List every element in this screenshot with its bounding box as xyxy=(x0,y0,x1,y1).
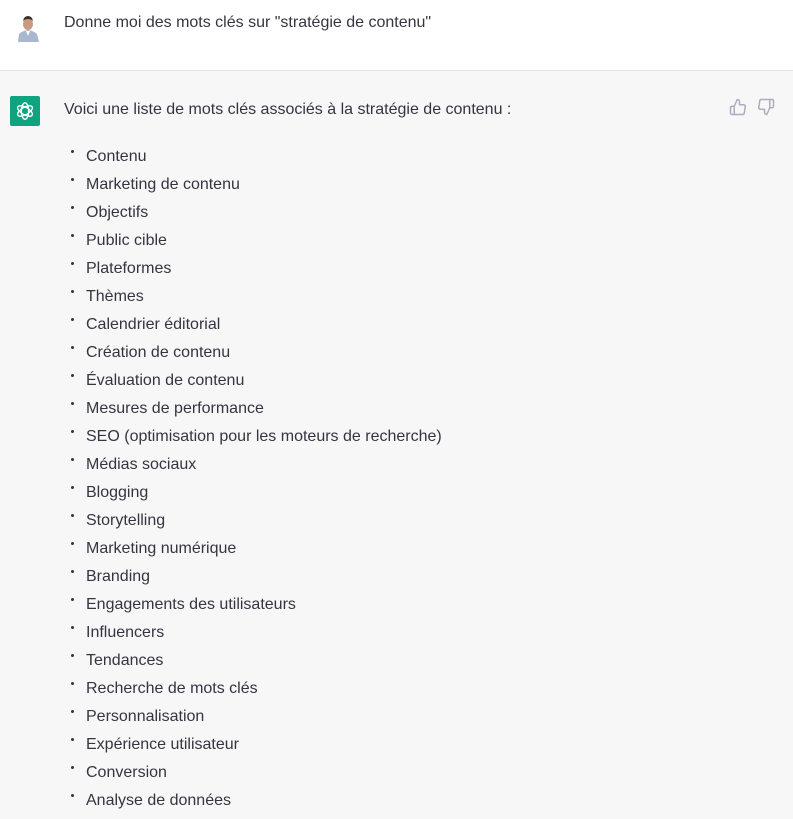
thumbs-up-icon[interactable] xyxy=(729,98,747,116)
bullet-icon xyxy=(71,178,74,181)
keyword-text: Objectifs xyxy=(86,204,149,221)
keyword-list-item: Marketing numérique xyxy=(64,539,442,567)
bullet-icon xyxy=(71,570,74,573)
assistant-intro-text: Voici une liste de mots clés associés à … xyxy=(64,101,512,118)
bullet-icon xyxy=(71,346,74,349)
keyword-list-item: Expérience utilisateur xyxy=(64,735,442,763)
bullet-icon xyxy=(71,262,74,265)
user-message-row: Donne moi des mots clés sur "stratégie d… xyxy=(0,0,793,71)
bullet-icon xyxy=(71,710,74,713)
keyword-text: Branding xyxy=(86,568,151,585)
keyword-text: Personnalisation xyxy=(86,708,205,725)
keyword-list-item: Storytelling xyxy=(64,511,442,539)
keyword-text: Blogging xyxy=(86,484,149,501)
thumbs-down-icon[interactable] xyxy=(757,98,775,116)
keyword-text: Calendrier éditorial xyxy=(86,316,221,333)
keyword-list-item: Création de contenu xyxy=(64,343,442,371)
bullet-icon xyxy=(71,794,74,797)
keyword-list-item: Calendrier éditorial xyxy=(64,315,442,343)
bullet-icon xyxy=(71,738,74,741)
keyword-list-item: Évaluation de contenu xyxy=(64,371,442,399)
feedback-buttons xyxy=(729,98,775,116)
keyword-list-item: Influencers xyxy=(64,623,442,651)
bullet-icon xyxy=(71,206,74,209)
bullet-icon xyxy=(71,318,74,321)
keyword-list-item: Marketing de contenu xyxy=(64,175,442,203)
keyword-text: Conversion xyxy=(86,764,167,781)
keyword-text: Expérience utilisateur xyxy=(86,736,239,753)
keyword-list-item: Blogging xyxy=(64,483,442,511)
keyword-text: Tendances xyxy=(86,652,164,669)
keyword-text: Évaluation de contenu xyxy=(86,372,245,389)
keyword-list-item: Tendances xyxy=(64,651,442,679)
keyword-list-item: Analyse de données xyxy=(64,791,442,819)
bullet-icon xyxy=(71,150,74,153)
keyword-list-item: Plateformes xyxy=(64,259,442,287)
bullet-icon xyxy=(71,234,74,237)
keyword-text: Influencers xyxy=(86,624,165,641)
keyword-text: Plateformes xyxy=(86,260,172,277)
bullet-icon xyxy=(71,402,74,405)
bullet-icon xyxy=(71,542,74,545)
keyword-text: Contenu xyxy=(86,148,147,165)
keyword-text: Recherche de mots clés xyxy=(86,680,258,697)
bullet-icon xyxy=(71,766,74,769)
keyword-text: Engagements des utilisateurs xyxy=(86,596,296,613)
keyword-list: Contenu Marketing de contenu Objectifs Publ… xyxy=(64,147,442,819)
bullet-icon xyxy=(71,626,74,629)
keyword-list-item: Mesures de performance xyxy=(64,399,442,427)
keyword-text: Marketing de contenu xyxy=(86,176,240,193)
keyword-list-item: Contenu xyxy=(64,147,442,175)
keyword-text: Thèmes xyxy=(86,288,144,305)
user-message-text: Donne moi des mots clés sur "stratégie d… xyxy=(64,14,432,31)
bullet-icon xyxy=(71,486,74,489)
keyword-list-item: Engagements des utilisateurs xyxy=(64,595,442,623)
bullet-icon xyxy=(71,654,74,657)
assistant-message-row: Voici une liste de mots clés associés à … xyxy=(0,71,793,819)
keyword-list-item: Public cible xyxy=(64,231,442,259)
bullet-icon xyxy=(71,458,74,461)
keyword-list-item: Branding xyxy=(64,567,442,595)
bullet-icon xyxy=(71,598,74,601)
keyword-text: Création de contenu xyxy=(86,344,231,361)
keyword-list-item: Médias sociaux xyxy=(64,455,442,483)
keyword-text: Public cible xyxy=(86,232,167,249)
keyword-list-item: Conversion xyxy=(64,763,442,791)
keyword-text: SEO (optimisation pour les moteurs de re… xyxy=(86,428,442,445)
keyword-list-item: Personnalisation xyxy=(64,707,442,735)
keyword-list-item: Objectifs xyxy=(64,203,442,231)
bullet-icon xyxy=(71,430,74,433)
keyword-text: Marketing numérique xyxy=(86,540,237,557)
keyword-list-item: Recherche de mots clés xyxy=(64,679,442,707)
chatgpt-logo-icon xyxy=(10,96,40,126)
bullet-icon xyxy=(71,682,74,685)
keyword-list-item: SEO (optimisation pour les moteurs de re… xyxy=(64,427,442,455)
bullet-icon xyxy=(71,374,74,377)
keyword-text: Mesures de performance xyxy=(86,400,264,417)
keyword-text: Analyse de données xyxy=(86,792,231,809)
keyword-text: Storytelling xyxy=(86,512,166,529)
keyword-text: Médias sociaux xyxy=(86,456,197,473)
bullet-icon xyxy=(71,514,74,517)
bullet-icon xyxy=(71,290,74,293)
keyword-list-item: Thèmes xyxy=(64,287,442,315)
user-avatar xyxy=(16,12,40,42)
